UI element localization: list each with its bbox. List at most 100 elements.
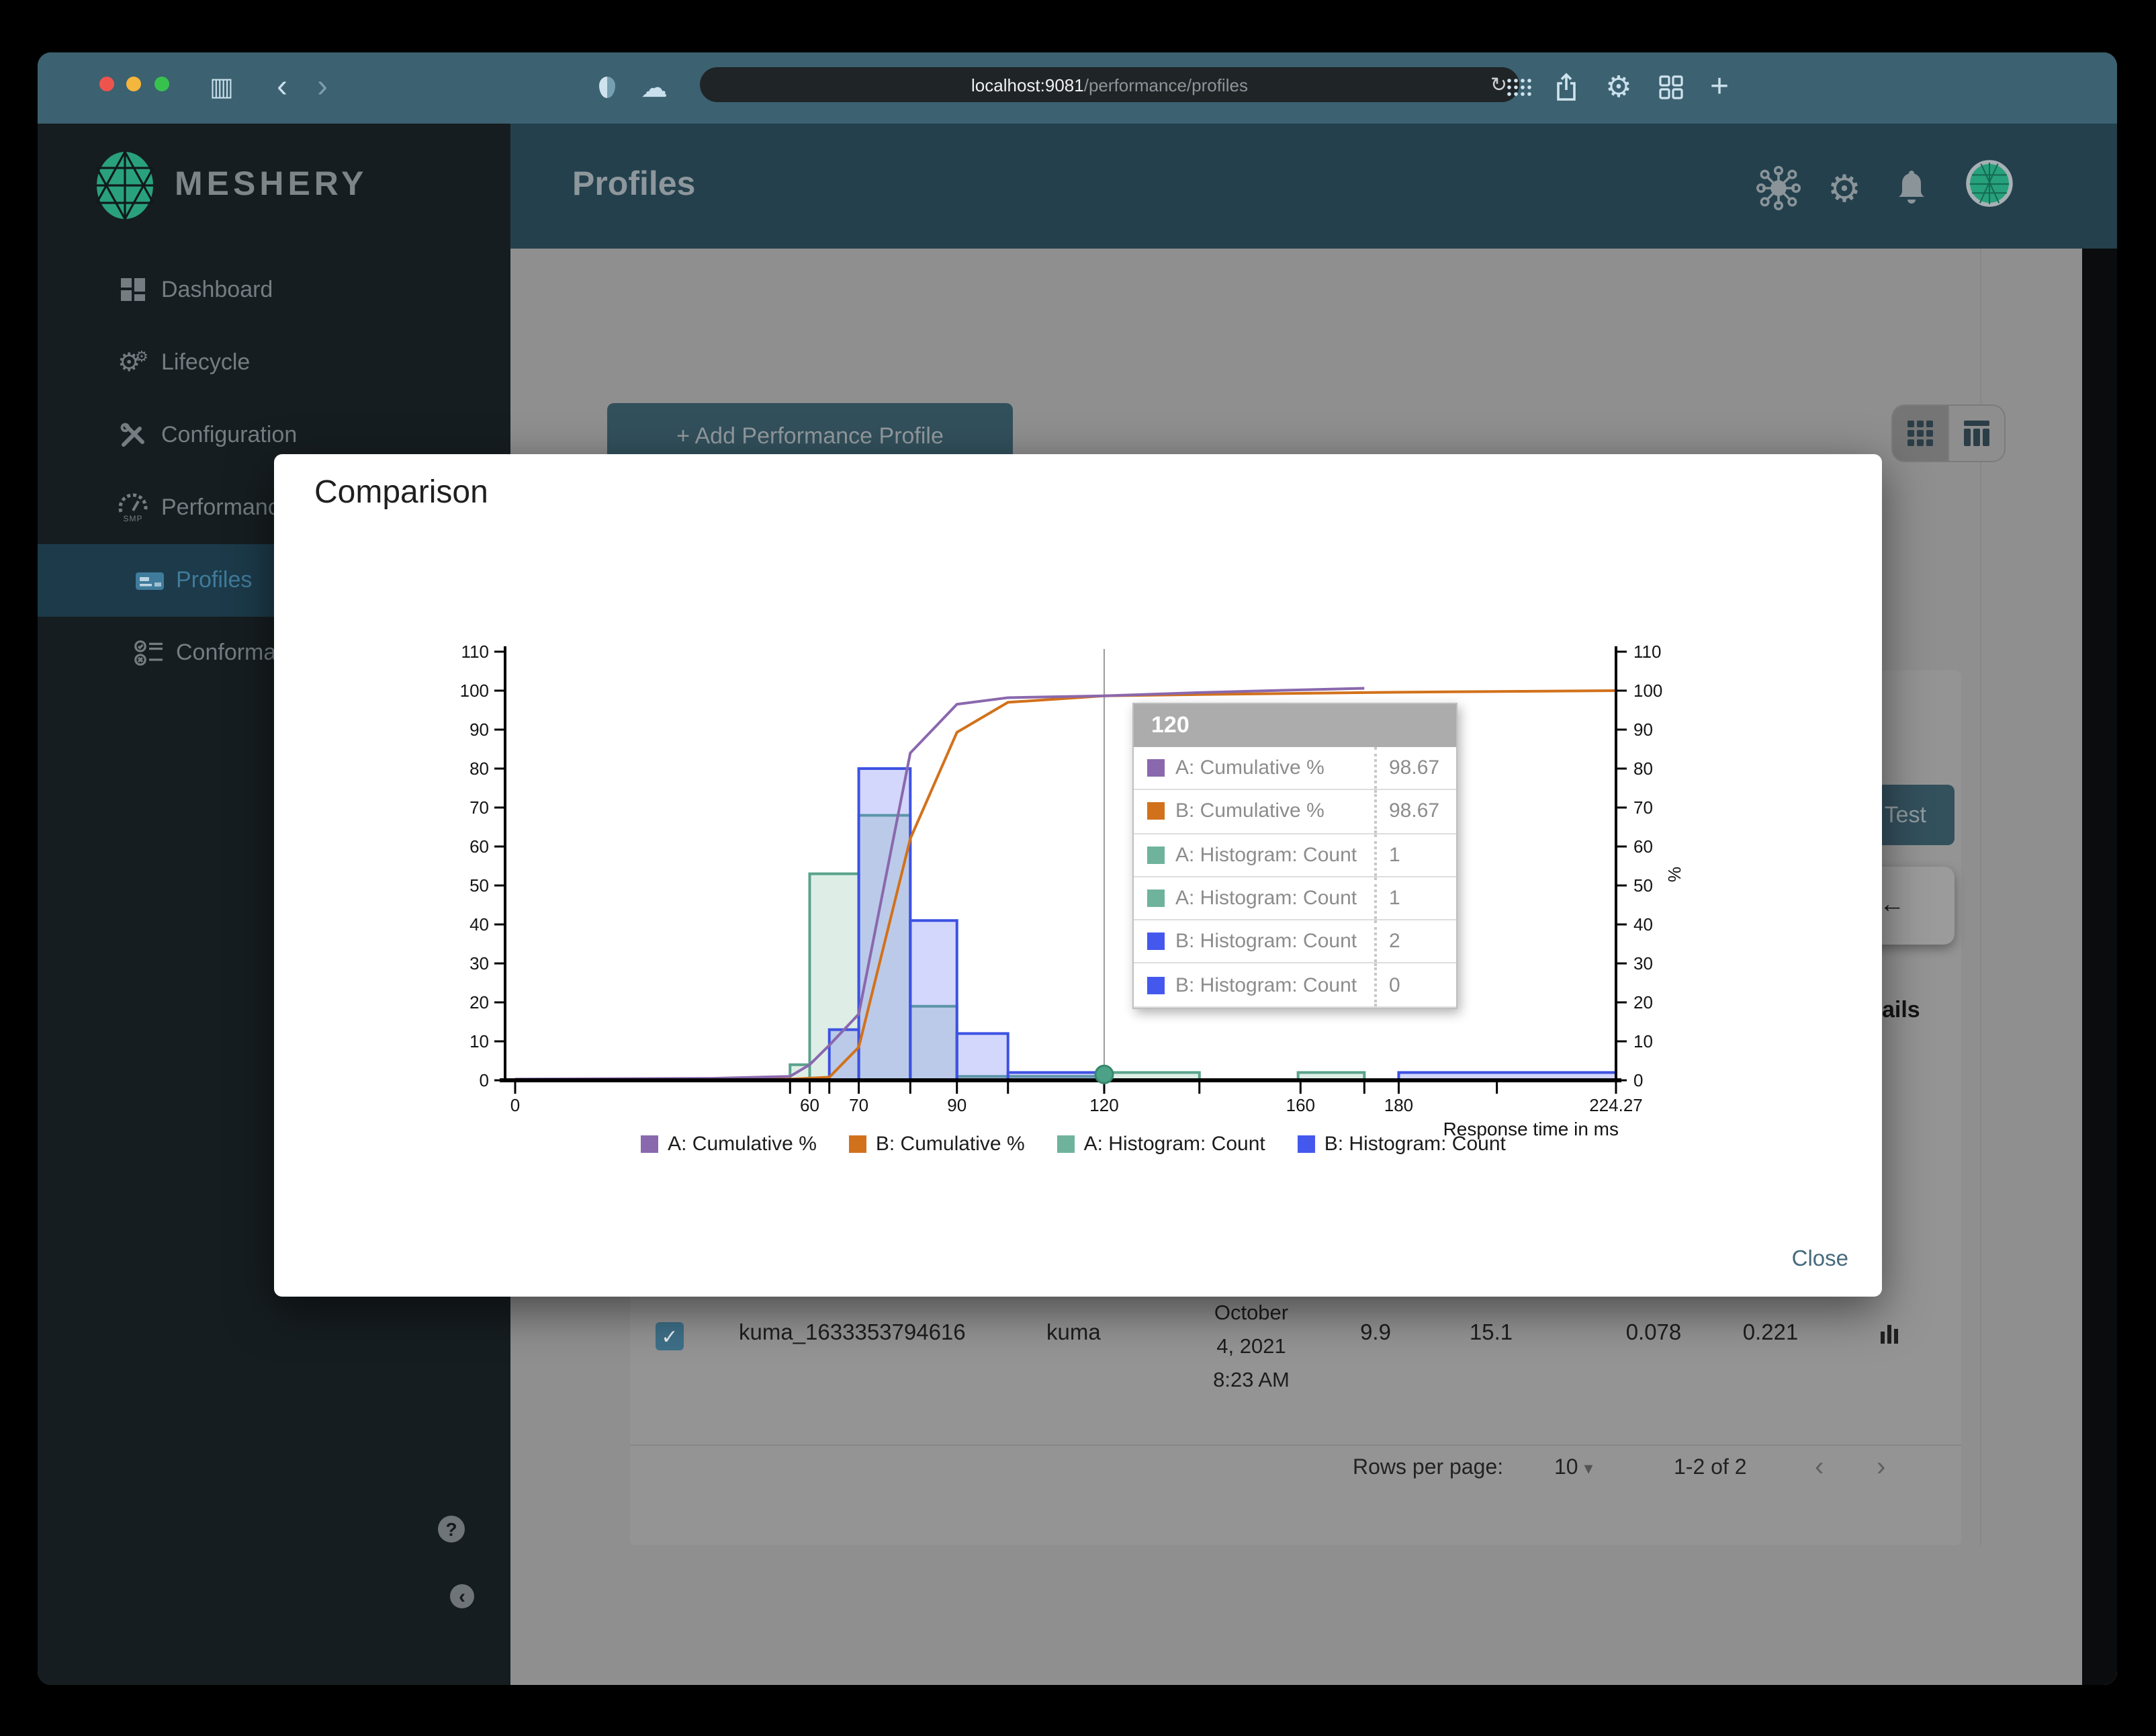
sidebar-item-lifecycle[interactable]: ⚙ ⚙ Lifecycle (38, 327, 510, 399)
svg-text:90: 90 (469, 720, 489, 740)
help-icon[interactable]: ? (438, 1516, 465, 1543)
sidebar-item-label: Performance (161, 494, 292, 520)
traffic-light-minimize[interactable] (126, 77, 141, 91)
legend-item[interactable]: B: Histogram: Count (1297, 1133, 1506, 1156)
new-tab-icon[interactable]: + (1703, 69, 1736, 105)
legend-item[interactable]: A: Histogram: Count (1057, 1133, 1265, 1156)
tooltip-row: A: Histogram: Count 1 (1134, 877, 1456, 921)
lifecycle-icon: ⚙ ⚙ (118, 349, 148, 377)
row-profile-name: kuma_1633353794616 (739, 1321, 966, 1345)
keypad-icon[interactable] (1504, 70, 1534, 105)
svg-text:20: 20 (469, 992, 489, 1012)
tooltip-row: B: Cumulative % 98.67 (1134, 790, 1456, 834)
legend-swatch (1057, 1135, 1075, 1153)
hover-marker (1094, 1064, 1114, 1084)
svg-text:0: 0 (1633, 1070, 1643, 1090)
sidebar-item-label: Configuration (161, 422, 298, 447)
back-arrow-icon: ← (1879, 891, 1905, 919)
rows-per-page-select[interactable]: 10 ▾ (1554, 1457, 1593, 1481)
svg-text:70: 70 (849, 1095, 868, 1115)
tab-overview-icon[interactable] (1655, 70, 1687, 105)
rows-per-page-label: Rows per page: (1353, 1457, 1504, 1479)
configuration-icon (116, 419, 150, 451)
view-toggle-group (1891, 404, 2006, 462)
row-chart-icon[interactable] (1881, 1322, 1901, 1350)
chart-svg: 0 0 10 10 20 20 30 30 40 40 50 50 60 60 70 70 80 80 90 90 10… (460, 642, 1685, 1139)
tooltip-swatch (1147, 759, 1165, 777)
shield-icon (594, 70, 621, 105)
next-page-button[interactable]: › (1877, 1452, 1885, 1483)
svg-text:SMP: SMP (123, 514, 142, 523)
tooltip-row: A: Cumulative % 98.67 (1134, 747, 1456, 791)
svg-text:60: 60 (469, 836, 489, 857)
svg-text:60: 60 (800, 1095, 819, 1115)
legend-swatch (848, 1135, 866, 1153)
svg-text:90: 90 (1633, 720, 1653, 740)
profiles-icon (132, 564, 167, 597)
svg-text:30: 30 (1633, 953, 1653, 973)
tooltip-swatch (1147, 802, 1165, 820)
svg-text:70: 70 (1633, 797, 1653, 818)
tooltip-swatch (1147, 846, 1165, 864)
notifications-bell-icon[interactable] (1887, 164, 1936, 212)
settings-gear-icon[interactable]: ⚙ (1603, 70, 1635, 105)
svg-text:120: 120 (1089, 1095, 1118, 1115)
brand-name[interactable]: MESHERY (175, 165, 367, 204)
conformance-icon (132, 637, 167, 669)
tooltip-swatch (1147, 976, 1165, 994)
prev-page-button[interactable]: ‹ (1815, 1452, 1824, 1483)
svg-text:10: 10 (1633, 1031, 1653, 1051)
svg-text:224.27: 224.27 (1589, 1095, 1643, 1115)
chart-tooltip: 120 A: Cumulative % 98.67 B: Cumulative % 9… (1132, 703, 1457, 1009)
close-button[interactable]: Close (1792, 1247, 1848, 1272)
sidebar-item-label: Profiles (176, 567, 253, 593)
traffic-light-zoom[interactable] (154, 77, 169, 91)
forward-button[interactable]: › (308, 69, 337, 105)
row-value-duration: 15.1 (1469, 1321, 1513, 1345)
url-bar[interactable]: localhost:9081/performance/profiles ↻ (700, 67, 1519, 102)
settings-icon[interactable]: ⚙ (1820, 164, 1869, 212)
svg-text:0: 0 (480, 1070, 489, 1090)
details-heading-fragment: ails (1882, 997, 1920, 1023)
tooltip-row: B: Histogram: Count 0 (1134, 963, 1456, 1008)
svg-text:160: 160 (1286, 1095, 1315, 1115)
svg-text:100: 100 (1633, 681, 1662, 701)
back-button[interactable]: ‹ (267, 69, 297, 105)
url-path: /performance/profiles (1083, 75, 1248, 95)
row-value-p50: 0.078 (1625, 1321, 1682, 1345)
caret-down-icon: ▾ (1584, 1458, 1593, 1478)
url-host: localhost:9081 (971, 75, 1084, 95)
dashboard-icon (116, 274, 150, 306)
share-icon[interactable] (1552, 70, 1581, 105)
tooltip-row: B: Histogram: Count 2 (1134, 920, 1456, 964)
row-checkbox[interactable]: ✓ (656, 1322, 684, 1350)
legend-item[interactable]: B: Cumulative % (848, 1133, 1025, 1156)
svg-text:180: 180 (1384, 1095, 1413, 1115)
svg-text:50: 50 (469, 875, 489, 896)
performance-icon: SMP (116, 492, 150, 524)
svg-text:90: 90 (947, 1095, 967, 1115)
pagination-range: 1-2 of 2 (1674, 1457, 1747, 1479)
svg-text:110: 110 (1633, 642, 1661, 662)
cloud-icon[interactable]: ☁ (639, 70, 669, 105)
right-axis-label: % (1664, 867, 1685, 882)
row-value-qps: 9.9 (1360, 1321, 1391, 1345)
table-view-button[interactable] (1949, 406, 2004, 461)
axes: 0 0 10 10 20 20 30 30 40 40 50 50 60 60 70 70 80 80 90 90 10… (460, 642, 1663, 1115)
traffic-light-close[interactable] (99, 77, 114, 91)
right-gutter (2082, 249, 2117, 1685)
sidebar-toggle-icon[interactable]: ▥ (207, 70, 236, 105)
adapters-hub-icon[interactable] (1754, 164, 1803, 212)
svg-text:50: 50 (1633, 875, 1653, 896)
svg-text:20: 20 (1633, 992, 1653, 1012)
avatar[interactable] (1965, 159, 2014, 207)
sidebar-item-label: Lifecycle (161, 349, 251, 375)
grid-view-button[interactable] (1893, 406, 1949, 461)
svg-text:10: 10 (469, 1031, 489, 1051)
page-title: Profiles (572, 165, 696, 203)
meshery-logo-icon[interactable] (91, 150, 159, 227)
collapse-sidebar-icon[interactable]: ‹ (450, 1584, 474, 1608)
sidebar-item-dashboard[interactable]: Dashboard (38, 254, 510, 327)
legend-item[interactable]: A: Cumulative % (641, 1133, 817, 1156)
svg-text:100: 100 (460, 681, 489, 701)
